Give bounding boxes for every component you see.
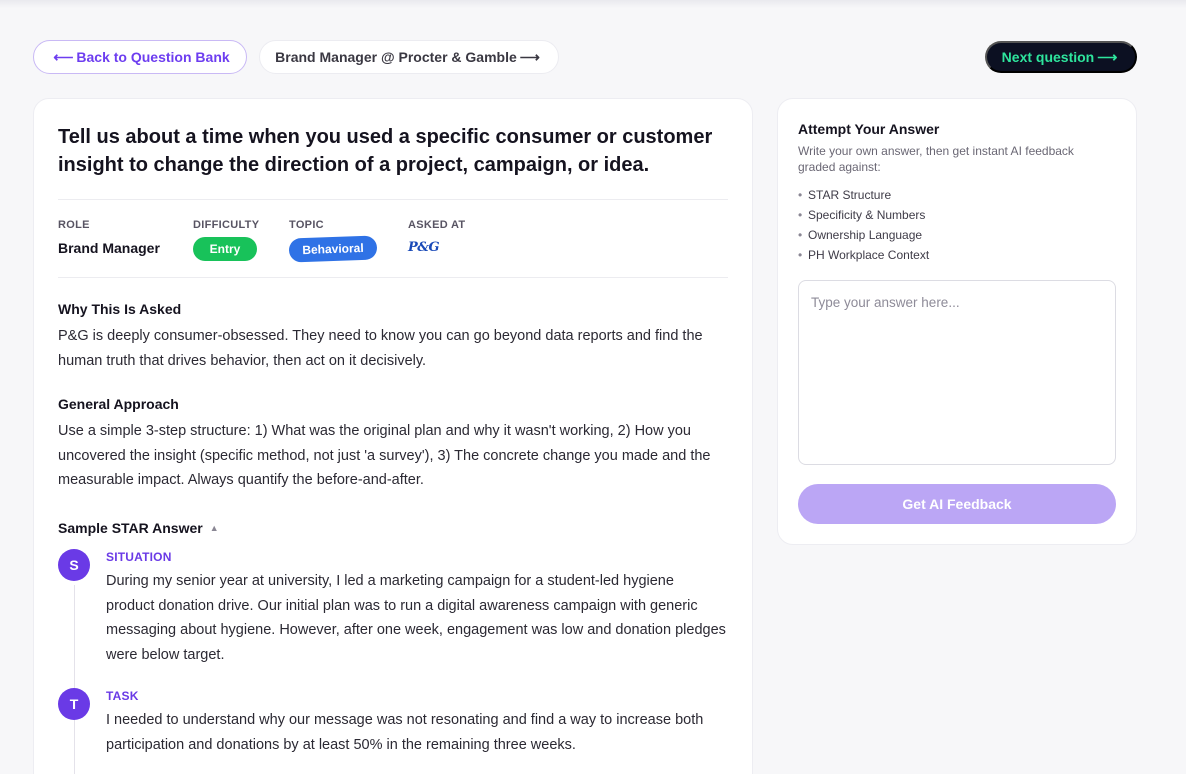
get-ai-feedback-button[interactable]: Get AI Feedback — [798, 484, 1116, 524]
criteria-label: STAR Structure — [808, 188, 892, 202]
bullet-icon: • — [798, 208, 803, 222]
general-approach-heading: General Approach — [58, 396, 179, 412]
bullet-icon: • — [798, 228, 803, 242]
topic-label: TOPIC — [289, 219, 324, 231]
company-role-label: Brand Manager @ Procter & Gamble — [275, 49, 517, 65]
why-asked-text: P&G is deeply consumer-obsessed. They ne… — [58, 328, 703, 369]
criteria-label: Ownership Language — [808, 228, 923, 242]
situation-text: During my senior year at university, I l… — [106, 573, 726, 663]
sample-star-answer-heading: Sample STAR Answer — [58, 520, 203, 536]
attempt-subtitle: Write your own answer, then get instant … — [798, 144, 1074, 174]
back-button-label: Back to Question Bank — [76, 49, 230, 65]
task-label: TASK — [106, 689, 139, 703]
arrow-right-icon: ⟶ — [1097, 48, 1118, 65]
criteria-label: Specificity & Numbers — [808, 208, 926, 222]
task-step-icon: T — [58, 688, 90, 720]
why-asked-heading: Why This Is Asked — [58, 301, 182, 317]
pg-logo: P&G — [408, 240, 440, 255]
caret-up-icon: ▲ — [209, 523, 219, 533]
back-to-question-bank-button[interactable]: ⟵ Back to Question Bank — [33, 40, 247, 74]
company-role-link[interactable]: Brand Manager @ Procter & Gamble ⟶ — [259, 40, 559, 74]
role-value: Brand Manager — [58, 240, 160, 256]
difficulty-label: DIFFICULTY — [193, 219, 260, 231]
role-label: ROLE — [58, 219, 90, 231]
situation-step-icon: S — [58, 549, 90, 581]
criteria-item: • STAR Structure — [798, 188, 891, 202]
divider — [58, 277, 728, 278]
difficulty-badge: Entry — [193, 237, 257, 261]
general-approach-text: Use a simple 3-step structure: 1) What w… — [58, 423, 711, 488]
divider — [58, 199, 728, 200]
criteria-item: • PH Workplace Context — [798, 248, 929, 262]
criteria-item: • Specificity & Numbers — [798, 208, 925, 222]
next-question-label: Next question — [1001, 49, 1095, 65]
criteria-item: • Ownership Language — [798, 228, 922, 242]
answer-input[interactable] — [798, 280, 1116, 465]
attempt-title: Attempt Your Answer — [798, 121, 940, 137]
arrow-right-icon: ⟶ — [519, 48, 540, 65]
question-card: Tell us about a time when you used a spe… — [33, 98, 753, 774]
bullet-icon: • — [798, 188, 803, 202]
top-shadow — [0, 0, 1186, 8]
next-question-button[interactable]: Next question ⟶ — [985, 41, 1137, 73]
question-title: Tell us about a time when you used a spe… — [58, 126, 713, 176]
attempt-answer-panel: Attempt Your Answer Write your own answe… — [777, 98, 1137, 545]
situation-label: SITUATION — [106, 550, 172, 564]
bullet-icon: • — [798, 248, 803, 262]
topic-badge: Behavioral — [288, 235, 378, 263]
arrow-left-icon: ⟵ — [53, 48, 74, 65]
criteria-label: PH Workplace Context — [808, 248, 930, 262]
task-text: I needed to understand why our message w… — [106, 712, 704, 753]
sample-star-answer-toggle[interactable]: Sample STAR Answer ▲ — [58, 520, 219, 536]
timeline-line — [74, 585, 75, 774]
asked-at-label: ASKED AT — [408, 219, 466, 231]
